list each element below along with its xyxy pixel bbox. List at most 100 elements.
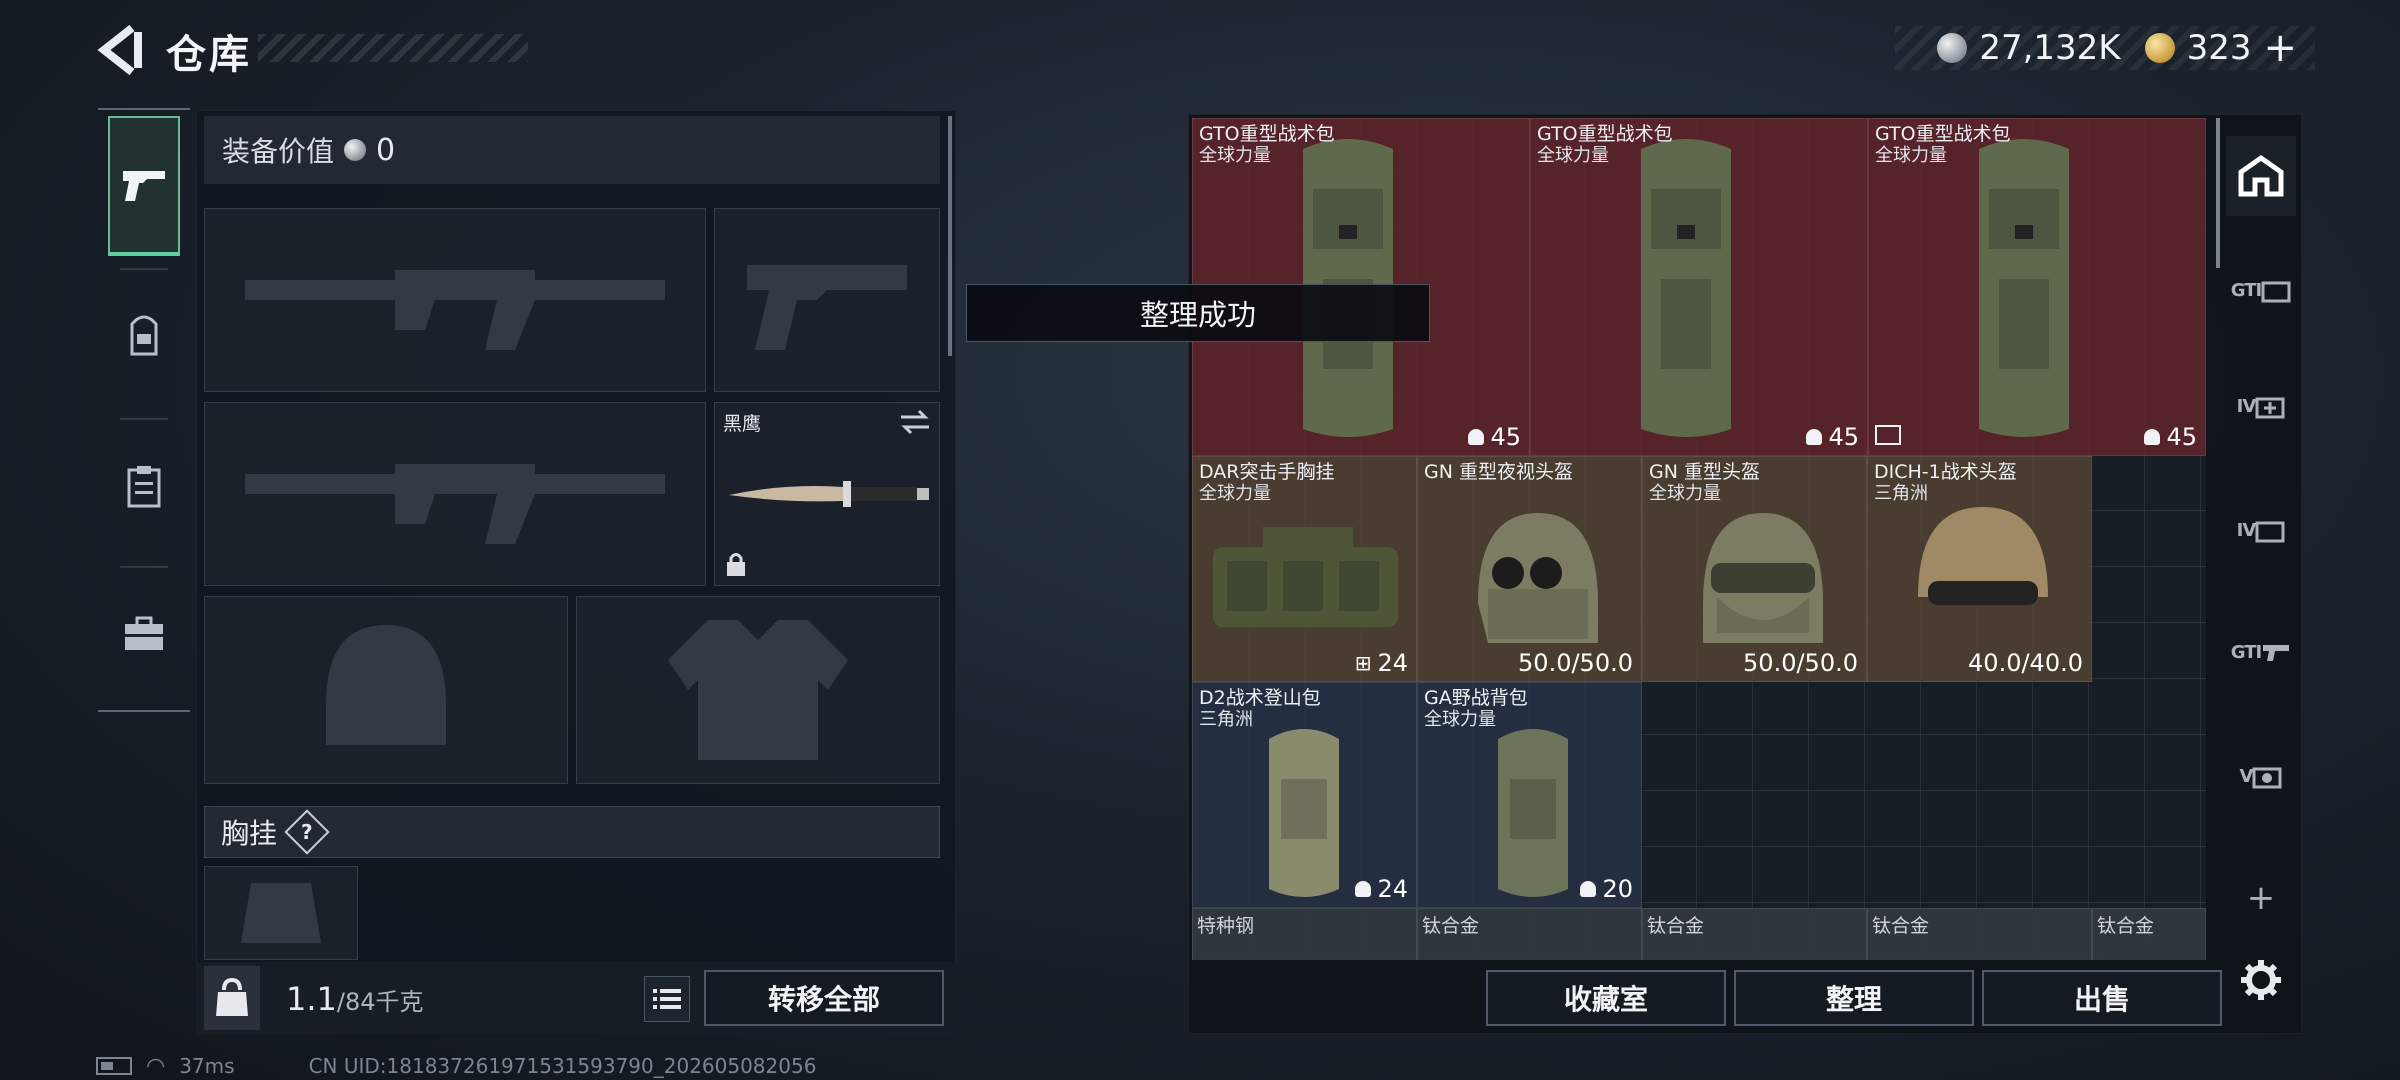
- swap-icon[interactable]: [899, 409, 931, 435]
- item-capacity: 45: [2144, 423, 2197, 451]
- item-capacity: 24: [1355, 875, 1408, 903]
- equipment-value: 0: [376, 132, 396, 168]
- item-stat-value: 45: [1828, 423, 1859, 451]
- chest-rig-label: 胸挂: [221, 817, 278, 850]
- help-button[interactable]: ?: [284, 809, 330, 855]
- pistol-icon: [123, 171, 165, 201]
- tab-case[interactable]: [108, 564, 180, 704]
- item-name: GTO重型战术包: [1537, 123, 1673, 145]
- gold-coin-icon: [2144, 33, 2175, 63]
- storage-item[interactable]: DAR突击手胸挂 全球力量 ⊞ 24: [1192, 456, 1417, 682]
- tab-weapons[interactable]: [108, 116, 180, 256]
- item-faction: 全球力量: [1424, 709, 1496, 730]
- melee-slot[interactable]: 黑鹰: [714, 402, 940, 586]
- item-name: 钛合金: [2097, 915, 2155, 937]
- storage-item[interactable]: 钛合金: [1417, 908, 1642, 960]
- add-currency-button[interactable]: +: [2263, 25, 2297, 71]
- unsorted-icon: [1875, 425, 1901, 445]
- list-view-button[interactable]: [644, 976, 690, 1022]
- chest-rig-slot[interactable]: [204, 866, 358, 960]
- item-stat-value: 45: [1490, 423, 1521, 451]
- slots-icon: ⊞: [1354, 651, 1372, 675]
- storage-tab-iv-box[interactable]: IV: [2226, 490, 2296, 570]
- storage-item[interactable]: 钛合金: [1642, 908, 1867, 960]
- tab-rail-divider: [98, 710, 190, 712]
- secondary-weapon-slot[interactable]: [204, 402, 706, 586]
- field-backpack-icon: [1488, 719, 1578, 905]
- storage-grid[interactable]: GTO重型战术包 全球力量 45 GTO重型战术包 全球力量 45 GTO重型战…: [1192, 118, 2206, 960]
- item-durability: 50.0/50.0: [1743, 649, 1858, 677]
- storage-item[interactable]: 钛合金: [2092, 908, 2206, 960]
- capacity-icon: [1580, 881, 1597, 897]
- storage-tab-iv-add[interactable]: IV: [2226, 366, 2296, 446]
- storage-item[interactable]: GN 重型夜视头盔 50.0/50.0: [1417, 456, 1642, 682]
- storage-item[interactable]: 钛合金: [1867, 908, 2092, 960]
- knife-icon: [729, 481, 929, 507]
- item-faction: 三角洲: [1199, 709, 1253, 730]
- settings-button[interactable]: [2226, 940, 2296, 1020]
- vault-button[interactable]: 收藏室: [1486, 970, 1726, 1026]
- tab-backpack[interactable]: [108, 266, 180, 406]
- silver-coin-icon: [344, 139, 367, 161]
- item-stat-value: 45: [2166, 423, 2197, 451]
- chest-rig-header: 胸挂 ?: [204, 806, 940, 858]
- v-camera-icon: V: [2239, 765, 2254, 787]
- storage-item[interactable]: GTO重型战术包 全球力量 45: [1530, 118, 1868, 456]
- item-name: DICH-1战术头盔: [1874, 461, 2017, 483]
- weight-readout: 1.1/84千克: [286, 980, 424, 1018]
- iv-box-icon: IV: [2236, 519, 2257, 541]
- back-button[interactable]: [96, 22, 146, 78]
- capacity-icon: [1806, 429, 1823, 445]
- item-faction: 全球力量: [1199, 483, 1271, 504]
- item-stat-value: 24: [1377, 875, 1408, 903]
- plus-icon: +: [2246, 878, 2276, 918]
- tactical-helmet-icon: [1898, 497, 2068, 647]
- storage-tab-gti-box[interactable]: GTI: [2226, 250, 2296, 330]
- tab-rail-divider: [98, 108, 190, 110]
- storage-item[interactable]: GN 重型头盔 全球力量 50.0/50.0: [1642, 456, 1867, 682]
- storage-item[interactable]: GTO重型战术包 全球力量 45: [1868, 118, 2206, 456]
- kettlebell-icon: [216, 978, 248, 1016]
- item-capacity: 20: [1580, 875, 1633, 903]
- tactical-backpack-icon: [1959, 129, 2089, 449]
- transfer-all-button[interactable]: 转移全部: [704, 970, 944, 1026]
- item-name: 特种钢: [1197, 915, 1255, 937]
- pistol-slot[interactable]: [714, 208, 940, 392]
- storage-tab-v-camera[interactable]: V: [2226, 736, 2296, 816]
- weight-current: 1.1: [286, 980, 337, 1018]
- add-storage-button[interactable]: +: [2226, 858, 2296, 938]
- storage-home-tab[interactable]: [2226, 136, 2296, 216]
- primary-weapon-slot[interactable]: [204, 208, 706, 392]
- item-name: GN 重型夜视头盔: [1424, 461, 1573, 483]
- organize-button[interactable]: 整理: [1734, 970, 1974, 1026]
- gun-icon: [2263, 645, 2290, 661]
- item-name: D2战术登山包: [1199, 687, 1321, 709]
- tab-chest-rig[interactable]: [108, 416, 180, 556]
- storage-scrollbar[interactable]: [2216, 118, 2220, 268]
- sell-button[interactable]: 出售: [1982, 970, 2222, 1026]
- item-name: GN 重型头盔: [1649, 461, 1760, 483]
- ping-value: 37ms: [179, 1054, 235, 1078]
- item-name: GTO重型战术包: [1875, 123, 2011, 145]
- item-faction: 全球力量: [1875, 145, 1947, 166]
- tactical-backpack-icon: [1621, 129, 1751, 449]
- armor-slot[interactable]: [576, 596, 940, 784]
- gold-currency-value: 323: [2186, 28, 2252, 68]
- equipment-value-label: 装备价值: [222, 135, 335, 168]
- item-durability: 50.0/50.0: [1518, 649, 1633, 677]
- battery-icon: [96, 1057, 132, 1075]
- storage-tab-gti-gun[interactable]: GTI: [2226, 612, 2296, 692]
- storage-item[interactable]: D2战术登山包 三角洲 24: [1192, 682, 1417, 908]
- helmet-slot[interactable]: [204, 596, 568, 784]
- toast-message: 整理成功: [966, 284, 1430, 342]
- equipment-scrollbar[interactable]: [948, 116, 952, 356]
- storage-item[interactable]: GA野战背包 全球力量 20: [1417, 682, 1642, 908]
- storage-item[interactable]: DICH-1战术头盔 三角洲 40.0/40.0: [1867, 456, 2092, 682]
- briefcase-icon: [125, 616, 163, 650]
- iv-add-icon: IV: [2236, 395, 2257, 417]
- storage-item[interactable]: 特种钢: [1192, 908, 1417, 960]
- item-name: 钛合金: [1422, 915, 1480, 937]
- chest-rig-icon: [1203, 517, 1408, 637]
- item-name: 钛合金: [1872, 915, 1930, 937]
- item-capacity: 45: [1468, 423, 1521, 451]
